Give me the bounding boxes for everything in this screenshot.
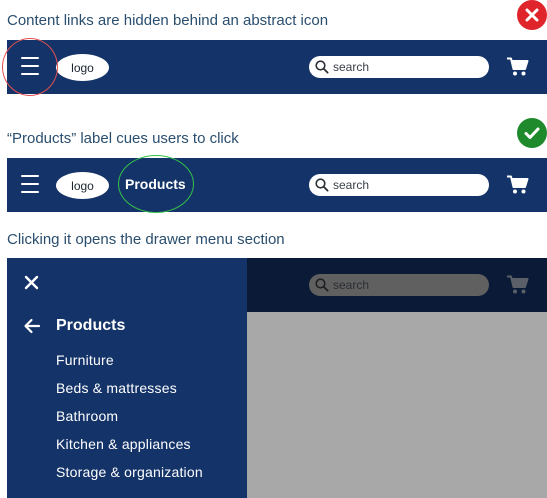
drawer-menu: Products Furniture Beds & mattresses Bat… — [7, 258, 247, 498]
search-input[interactable]: search — [309, 174, 489, 196]
search-placeholder: search — [333, 60, 370, 74]
search-placeholder: search — [333, 278, 370, 292]
navbar-hamburger-only: logo search — [7, 40, 547, 94]
drawer-demo: search Products Furniture Beds & mattres… — [7, 258, 547, 498]
bad-example-badge — [517, 0, 547, 30]
search-icon — [315, 178, 329, 192]
caption-hidden-links: Content links are hidden behind an abstr… — [7, 12, 329, 29]
navbar-with-products-label: logo Products search — [7, 158, 547, 212]
caption-products-label: “Products” label cues users to click — [7, 130, 239, 147]
drawer-category-list: Furniture Beds & mattresses Bathroom Kit… — [56, 351, 203, 491]
hamburger-icon[interactable] — [21, 175, 39, 195]
search-placeholder: search — [333, 178, 370, 192]
highlight-ring-products — [118, 155, 194, 213]
search-input[interactable]: search — [309, 56, 489, 78]
close-icon[interactable] — [24, 275, 39, 290]
x-icon — [525, 8, 539, 22]
cart-icon[interactable] — [507, 175, 529, 195]
logo[interactable]: logo — [56, 54, 109, 81]
cart-icon[interactable] — [507, 57, 529, 77]
back-arrow-icon[interactable] — [23, 318, 41, 334]
logo[interactable]: logo — [56, 172, 109, 199]
menu-item-bathroom[interactable]: Bathroom — [56, 407, 203, 435]
menu-item-storage-organization[interactable]: Storage & organization — [56, 463, 203, 491]
highlight-ring-hamburger — [2, 38, 58, 96]
menu-item-kitchen-appliances[interactable]: Kitchen & appliances — [56, 435, 203, 463]
drawer-title: Products — [56, 317, 126, 334]
good-example-badge — [517, 118, 547, 148]
menu-item-beds-mattresses[interactable]: Beds & mattresses — [56, 379, 203, 407]
search-icon — [315, 278, 329, 292]
search-icon — [315, 60, 329, 74]
menu-item-furniture[interactable]: Furniture — [56, 351, 203, 379]
caption-drawer-opens: Clicking it opens the drawer menu sectio… — [7, 231, 285, 248]
checkmark-icon — [524, 127, 540, 139]
cart-icon — [507, 275, 529, 294]
dimmed-search-input: search — [309, 274, 489, 296]
